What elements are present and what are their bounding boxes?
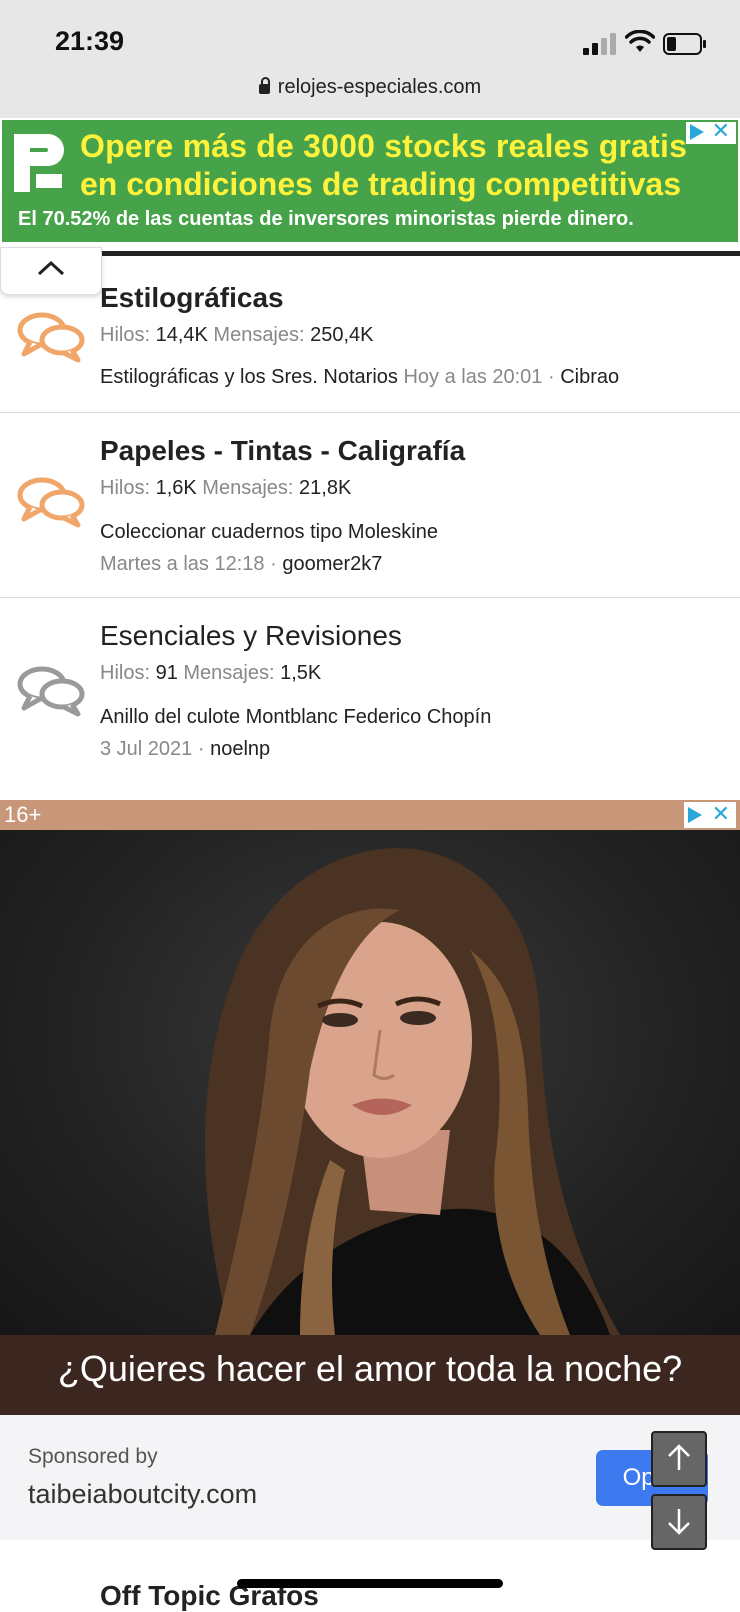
- arrow-up-icon: [668, 1444, 690, 1470]
- ad-choices-icon[interactable]: [690, 124, 704, 140]
- ad-caption: ¿Quieres hacer el amor toda la noche?: [57, 1348, 683, 1389]
- home-indicator[interactable]: [237, 1579, 503, 1588]
- latest-time: 3 Jul 2021: [100, 738, 193, 760]
- latest-post: Estilográficas y los Sres. Notarios Hoy …: [100, 366, 620, 388]
- latest-thread-link[interactable]: Coleccionar cuadernos tipo Moleskine: [100, 521, 438, 544]
- latest-post-meta: 3 Jul 2021 · noelnp: [100, 738, 271, 760]
- forum-title[interactable]: Papeles - Tintas - Caligrafía: [100, 435, 465, 467]
- latest-post-meta: Martes a las 12:18 · goomer2k7: [100, 553, 383, 575]
- cellular-signal-icon: [583, 33, 617, 55]
- ad-headline-2: en condiciones de trading competitivas: [80, 166, 682, 202]
- latest-thread-link[interactable]: Anillo del culote Montblanc Federico Cho…: [100, 706, 491, 729]
- latest-thread-link[interactable]: Estilográficas y los Sres. Notarios: [100, 366, 398, 388]
- forum-stats: Hilos: 1,6K Mensajes: 21,8K: [100, 477, 352, 499]
- latest-user-link[interactable]: noelnp: [210, 738, 270, 760]
- forum-stats: Hilos: 91 Mensajes: 1,5K: [100, 662, 322, 684]
- latest-user-link[interactable]: Cibrao: [560, 366, 619, 388]
- ad-photo-woman: [0, 830, 740, 1335]
- wifi-icon: [625, 30, 655, 52]
- close-icon[interactable]: ✕: [712, 120, 730, 142]
- lock-icon: [258, 77, 270, 94]
- ad-disclaimer: El 70.52% de las cuentas de inversores m…: [18, 208, 634, 230]
- display-ad[interactable]: 16+ ✕ ¿Quieres hacer el amor toda la noc…: [0, 800, 740, 1415]
- forum-title[interactable]: Estilográficas: [100, 282, 284, 314]
- arrow-down-icon: [668, 1509, 690, 1535]
- latest-time: Martes a las 12:18: [100, 553, 265, 575]
- sponsored-by-label: Sponsored by: [28, 1445, 158, 1468]
- forum-row[interactable]: Papeles - Tintas - Caligrafía Hilos: 1,6…: [0, 413, 740, 598]
- latest-user-link[interactable]: goomer2k7: [282, 553, 382, 575]
- forum-row[interactable]: Esenciales y Revisiones Hilos: 91 Mensaj…: [0, 598, 740, 798]
- ad-header-bar: 16+: [0, 800, 740, 830]
- ad-choices-icon[interactable]: [688, 807, 702, 823]
- battery-icon: [663, 33, 706, 55]
- broker-logo-icon: [14, 134, 64, 192]
- forum-title[interactable]: Esenciales y Revisiones: [100, 620, 402, 652]
- speech-bubbles-icon: [17, 312, 85, 363]
- age-rating-label: 16+: [4, 802, 42, 827]
- ad-headline-1: Opere más de 3000 stocks reales gratis: [80, 128, 688, 164]
- scroll-to-top-button[interactable]: [651, 1431, 707, 1487]
- ad-choices-close[interactable]: ✕: [686, 120, 736, 144]
- url-text: relojes-especiales.com: [277, 76, 482, 98]
- ad-choices-close[interactable]: ✕: [684, 802, 736, 828]
- speech-bubbles-icon: [17, 666, 85, 717]
- close-icon[interactable]: ✕: [712, 803, 730, 825]
- forum-stats: Hilos: 14,4K Mensajes: 250,4K: [100, 324, 374, 346]
- top-banner-ad[interactable]: Opere más de 3000 stocks reales gratis e…: [2, 120, 738, 242]
- sponsor-domain[interactable]: taibeiaboutcity.com: [28, 1479, 257, 1510]
- ad-sponsor-bar[interactable]: Sponsored by taibeiaboutcity.com Open: [0, 1415, 740, 1540]
- latest-time: Hoy a las 20:01: [403, 366, 543, 388]
- forum-row[interactable]: Estilográficas Hilos: 14,4K Mensajes: 25…: [0, 256, 740, 413]
- status-time: 21:39: [55, 26, 125, 56]
- status-bar: 21:39 relojes-especiales.com: [0, 0, 740, 118]
- address-bar[interactable]: relojes-especiales.com: [0, 76, 740, 99]
- speech-bubbles-icon: [17, 477, 85, 528]
- scroll-to-bottom-button[interactable]: [651, 1494, 707, 1550]
